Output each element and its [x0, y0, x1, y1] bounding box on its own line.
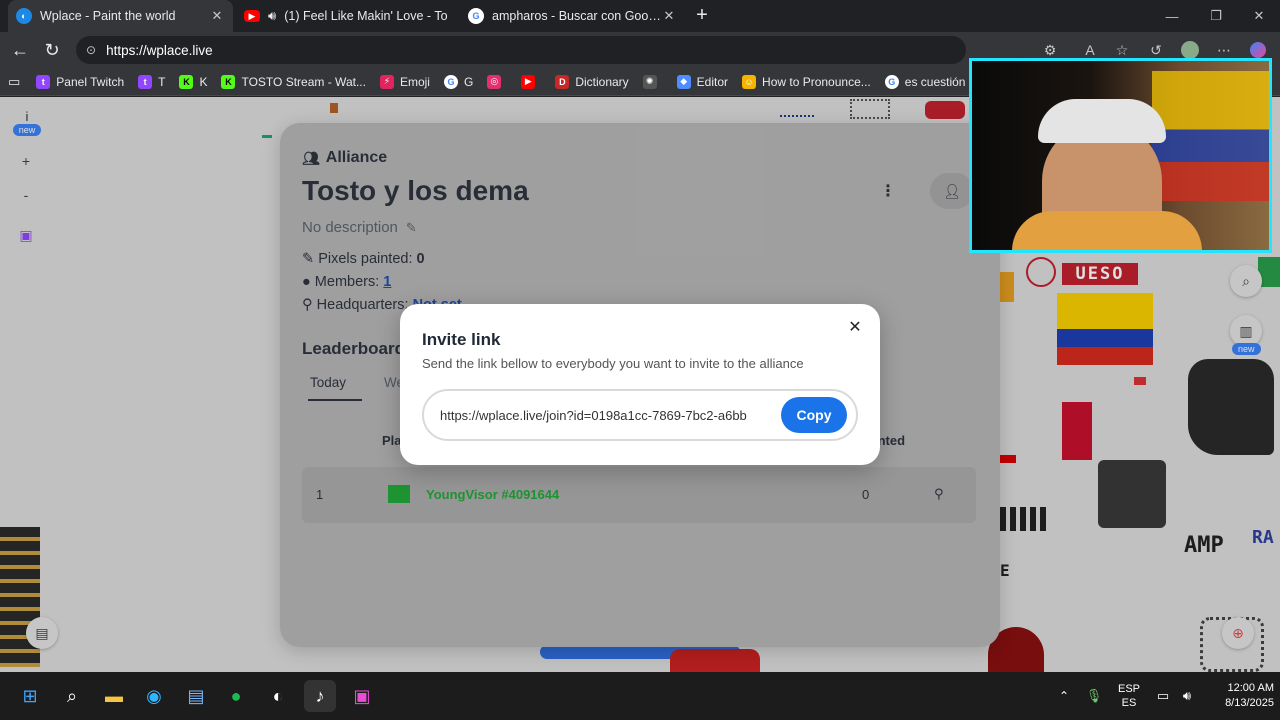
- bookmark-item[interactable]: GG: [443, 74, 474, 89]
- chevron-up-icon[interactable]: ⌃: [1054, 672, 1074, 720]
- tab-strip: ◐ Wplace - Paint the world ✕ ▶ 🔊︎ (1) Fe…: [0, 0, 1280, 32]
- app-icon[interactable]: ▣: [346, 680, 378, 712]
- google-icon: G: [884, 74, 899, 89]
- site-info-icon[interactable]: ⊙: [86, 43, 96, 57]
- clock-date: 8/13/2025: [1225, 697, 1274, 709]
- twitch-icon: t: [138, 74, 153, 89]
- history-icon[interactable]: ↺: [1146, 40, 1166, 60]
- notepad-icon[interactable]: ▤: [180, 680, 212, 712]
- youtube-icon: ▶: [521, 74, 536, 89]
- modal-title: Invite link: [422, 330, 501, 349]
- youtube-icon: ▶: [244, 10, 260, 22]
- bookmark-label: G: [463, 74, 474, 89]
- bookmark-label: K: [199, 74, 208, 89]
- windows-taskbar: ⊞ ⌕ ▬ ◉ ▤ ● ◐ ♪ ▣ ⌃ 🎙︎ ESP ES ▭ 🔊︎ 12:00…: [0, 672, 1280, 720]
- tiktok-icon[interactable]: ♪: [304, 680, 336, 712]
- network-icon[interactable]: ▭: [1152, 672, 1174, 720]
- invite-link-input[interactable]: [440, 407, 778, 423]
- microphone-icon[interactable]: 🎙︎: [1084, 672, 1104, 720]
- read-aloud-icon[interactable]: A: [1080, 40, 1100, 60]
- bookmark-item[interactable]: K TOSTO Stream - Wat...: [221, 74, 366, 89]
- bookmark-label: TOSTO Stream - Wat...: [241, 74, 366, 89]
- favorites-icon[interactable]: ☆: [1112, 40, 1132, 60]
- tab-title: Wplace - Paint the world: [40, 9, 176, 23]
- url-text: https://wplace.live: [106, 42, 213, 58]
- bookmark-label: Editor: [696, 74, 729, 89]
- new-tab-button[interactable]: +: [690, 4, 714, 28]
- bookmark-item[interactable]: KK: [179, 74, 208, 89]
- back-arrow-icon[interactable]: ←: [8, 38, 32, 62]
- clock-time: 12:00 AM: [1227, 682, 1274, 694]
- language-indicator[interactable]: ESP ES: [1112, 672, 1146, 720]
- instagram-icon: ◎: [487, 74, 502, 89]
- tab-youtube[interactable]: ▶ 🔊︎ (1) Feel Like Makin' Love - To: [236, 0, 458, 32]
- kick-icon: K: [221, 74, 236, 89]
- twitch-icon: t: [36, 74, 51, 89]
- invite-link-field: Copy: [422, 389, 858, 441]
- cap: [1038, 99, 1166, 143]
- tab-wplace[interactable]: ◐ Wplace - Paint the world ✕: [8, 0, 233, 32]
- google-icon: G: [443, 74, 458, 89]
- maximize-icon[interactable]: ❐: [1194, 0, 1238, 32]
- windows-start-icon[interactable]: ⊞: [14, 680, 46, 712]
- bookmark-item[interactable]: tT: [138, 74, 166, 89]
- close-icon[interactable]: ✕: [846, 318, 864, 336]
- close-icon[interactable]: ✕: [661, 8, 677, 24]
- bookmark-item[interactable]: ☺ How to Pronounce...: [742, 74, 871, 89]
- speaker-icon[interactable]: 🔊︎: [268, 8, 276, 24]
- more-menu-icon[interactable]: ⋯: [1214, 40, 1234, 60]
- reload-icon[interactable]: ↻: [40, 38, 64, 62]
- google-icon: G: [468, 8, 484, 24]
- bookmark-item[interactable]: ✺: [642, 74, 663, 89]
- bookmark-label: Emoji: [399, 74, 430, 89]
- clock[interactable]: 12:00 AM 8/13/2025: [1202, 672, 1274, 720]
- modal-description: Send the link bellow to everybody you wa…: [422, 356, 804, 371]
- dictionary-icon: D: [555, 74, 570, 89]
- copilot-icon[interactable]: [1248, 40, 1268, 60]
- tab-title: (1) Feel Like Makin' Love - To: [284, 9, 448, 23]
- bookmark-item[interactable]: t Panel Twitch: [36, 74, 125, 89]
- bookmark-label: T: [158, 74, 166, 89]
- pronounce-icon: ☺: [742, 74, 757, 89]
- reading-list-icon[interactable]: ▭: [8, 74, 20, 90]
- tab-google[interactable]: G ampharos - Buscar con Google ✕: [460, 0, 685, 32]
- file-explorer-icon[interactable]: ▬: [98, 680, 130, 712]
- bookmark-item[interactable]: ◆ Editor: [676, 74, 729, 89]
- minimize-icon[interactable]: —: [1150, 0, 1194, 32]
- lang-top: ESP: [1117, 683, 1140, 695]
- bookmark-item[interactable]: ⚡ Emoji: [379, 74, 430, 89]
- globe-icon: ◐: [16, 8, 32, 24]
- profile-avatar[interactable]: [1180, 40, 1200, 60]
- close-icon[interactable]: ✕: [209, 8, 225, 24]
- bookmark-label: Panel Twitch: [56, 74, 125, 89]
- invite-link-modal: Invite link ✕ Send the link bellow to ev…: [400, 304, 880, 465]
- openai-icon: ✺: [642, 74, 657, 89]
- editor-icon: ◆: [676, 74, 691, 89]
- bookmark-label: How to Pronounce...: [762, 74, 871, 89]
- bookmark-item[interactable]: D Dictionary: [555, 74, 629, 89]
- flag-background: [1152, 71, 1269, 201]
- address-bar[interactable]: ⊙ https://wplace.live: [76, 36, 966, 64]
- edge-icon[interactable]: ◉: [138, 680, 170, 712]
- copy-button[interactable]: Copy: [781, 397, 847, 433]
- bookmark-label: Dictionary: [575, 74, 629, 89]
- bookmark-item[interactable]: ◎: [487, 74, 507, 89]
- shirt: [1012, 211, 1202, 250]
- obs-icon[interactable]: ◐: [262, 680, 294, 712]
- window-close-icon[interactable]: ✕: [1237, 0, 1280, 32]
- tab-title: ampharos - Buscar con Google: [492, 9, 661, 23]
- extensions-icon[interactable]: ⚙: [1040, 40, 1060, 60]
- search-icon[interactable]: ⌕: [56, 680, 88, 712]
- webcam-overlay: [969, 58, 1272, 253]
- bookmark-item[interactable]: ▶: [521, 74, 541, 89]
- kick-icon: K: [179, 74, 194, 89]
- bolt-icon: ⚡: [379, 74, 394, 89]
- lang-bottom: ES: [1121, 697, 1137, 709]
- volume-icon[interactable]: 🔊︎: [1176, 672, 1198, 720]
- spotify-icon[interactable]: ●: [220, 680, 252, 712]
